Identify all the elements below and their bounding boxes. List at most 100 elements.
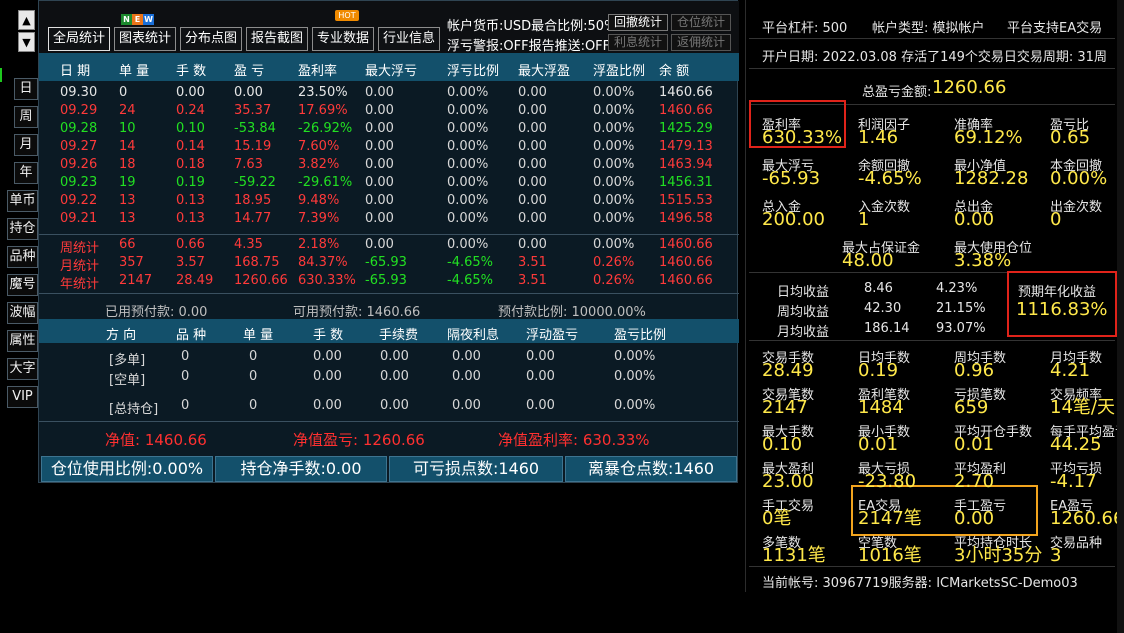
positions-header-7[interactable]: 盈亏比例 (614, 324, 666, 343)
rebate-stats-button[interactable]: 返佣统计 (671, 34, 731, 51)
account-currency: 帐户货币:USD最合比例:50% (447, 19, 617, 34)
side-button-1[interactable]: 周 (14, 106, 38, 128)
summary-cell-balance: 1460.66 (659, 255, 713, 270)
position-cell-fee: 0.00 (380, 398, 409, 413)
distribution-chart-button[interactable]: 分布点图 (180, 27, 243, 51)
return-percent: 93.07% (936, 321, 986, 336)
history-row-date[interactable]: 09.21 (60, 211, 97, 226)
side-button-11[interactable]: VIP (7, 386, 38, 408)
history-header-9[interactable]: 余 额 (659, 60, 689, 79)
history-header-5[interactable]: 最大浮亏 (365, 60, 417, 79)
summary-label[interactable]: 月统计 (60, 255, 99, 274)
history-row-date[interactable]: 09.30 (60, 85, 97, 100)
metric-value: 1260.66 (1050, 508, 1124, 529)
history-row-date[interactable]: 09.28 (60, 121, 97, 136)
margin-value: 3.38% (954, 250, 1012, 271)
summary-label[interactable]: 年统计 (60, 273, 99, 292)
history-cell-lots: 0.10 (176, 121, 205, 136)
history-header-3[interactable]: 盈 亏 (234, 60, 264, 79)
side-button-4[interactable]: 单币 (7, 190, 38, 212)
summary-cell-max_float_loss: -65.93 (365, 255, 407, 270)
withdraw-stats-button[interactable]: 回撤统计 (608, 14, 668, 31)
position-cell-lots: 0.00 (313, 398, 342, 413)
history-cell-max_float_profit: 0.00 (518, 157, 547, 172)
history-cell-max_float_profit: 0.00 (518, 175, 547, 190)
history-row-date[interactable]: 09.29 (60, 103, 97, 118)
history-cell-max_float_profit: 0.00 (518, 211, 547, 226)
history-row-date[interactable]: 09.26 (60, 157, 97, 172)
metric-value: 44.25 (1050, 434, 1102, 455)
history-header-1[interactable]: 单 量 (119, 60, 149, 79)
history-cell-loss_ratio: 0.00% (447, 85, 489, 100)
total-pl-label: 总盈亏金额: (862, 85, 932, 100)
interest-stats-button[interactable]: 利息统计 (608, 34, 668, 51)
positions-header-6[interactable]: 浮动盈亏 (526, 324, 578, 343)
history-row-date[interactable]: 09.27 (60, 139, 97, 154)
history-row-date[interactable]: 09.23 (60, 175, 97, 190)
history-cell-orders: 18 (119, 157, 136, 172)
summary-cell-balance: 1460.66 (659, 273, 713, 288)
table-divider (39, 293, 739, 294)
used-prepayment: 已用预付款: 0.00 (105, 305, 208, 320)
global-stats-button[interactable]: 全局统计 (48, 27, 111, 51)
side-button-5[interactable]: 持仓 (7, 218, 38, 240)
positions-header-5[interactable]: 隔夜利息 (447, 324, 499, 343)
metric-value: 0笔 (762, 508, 792, 529)
risk-alert-status: 浮亏警报:OFF报告推送:OFF (447, 39, 611, 54)
summary-cell-max_float_loss: 0.00 (365, 237, 394, 252)
metric-value: 659 (954, 397, 989, 418)
summary-label[interactable]: 周统计 (60, 237, 99, 256)
metric-value: 2.70 (954, 471, 995, 492)
vertical-scrollbar[interactable] (1117, 0, 1124, 633)
metric-value: 2147笔 (858, 508, 922, 529)
divider (749, 68, 1115, 69)
scroll-down-arrow-icon[interactable]: ▼ (18, 32, 35, 52)
position-stats-button[interactable]: 仓位统计 (671, 14, 731, 31)
history-cell-profit_ratio: 0.00% (593, 211, 635, 226)
return-percent: 4.23% (936, 281, 978, 296)
history-header-4[interactable]: 盈利率 (298, 60, 337, 79)
side-button-7[interactable]: 魔号 (7, 274, 38, 296)
positions-header-1[interactable]: 品 种 (176, 324, 206, 343)
active-indicator (0, 68, 2, 82)
summary-cell-rate: 2.18% (298, 237, 340, 252)
scroll-up-arrow-icon[interactable]: ▲ (18, 10, 35, 30)
side-button-0[interactable]: 日 (14, 78, 38, 100)
history-header-0[interactable]: 日 期 (60, 60, 90, 79)
position-cell-swap: 0.00 (452, 349, 481, 364)
history-header-2[interactable]: 手 数 (176, 60, 206, 79)
metric-value: 28.49 (762, 360, 814, 381)
return-label: 周均收益 (777, 305, 830, 320)
metric-value: 0.00 (954, 209, 995, 230)
industry-info-button[interactable]: 行业信息 (378, 27, 441, 51)
summary-cell-loss_ratio: 0.00% (447, 237, 489, 252)
history-cell-max_float_loss: 0.00 (365, 139, 394, 154)
positions-header-4[interactable]: 手续费 (379, 324, 418, 343)
history-header-6[interactable]: 浮亏比例 (447, 60, 499, 79)
metric-value: 2147 (762, 397, 808, 418)
side-button-9[interactable]: 属性 (7, 330, 38, 352)
positions-header-3[interactable]: 手 数 (313, 324, 343, 343)
positions-header-2[interactable]: 单 量 (243, 324, 273, 343)
summary-cell-profit_ratio: 0.26% (593, 255, 635, 270)
history-header-7[interactable]: 最大浮盈 (518, 60, 570, 79)
history-header-8[interactable]: 浮盈比例 (593, 60, 645, 79)
history-cell-profit_ratio: 0.00% (593, 193, 635, 208)
history-cell-balance: 1456.31 (659, 175, 713, 190)
hot-badge: HOT (335, 10, 359, 21)
positions-header-0[interactable]: 方 向 (106, 324, 136, 343)
position-cell-lots: 0.00 (313, 369, 342, 384)
history-cell-max_float_loss: 0.00 (365, 175, 394, 190)
history-cell-profit_ratio: 0.00% (593, 139, 635, 154)
side-button-3[interactable]: 年 (14, 162, 38, 184)
chart-stats-button[interactable]: 图表统计 (114, 27, 177, 51)
history-row-date[interactable]: 09.22 (60, 193, 97, 208)
pro-data-button[interactable]: 专业数据 (312, 27, 375, 51)
side-button-6[interactable]: 品种 (7, 246, 38, 268)
side-button-10[interactable]: 大字 (7, 358, 38, 380)
metric-value: 0.01 (954, 434, 995, 455)
side-button-8[interactable]: 波幅 (7, 302, 38, 324)
report-screenshot-button[interactable]: 报告截图 (246, 27, 309, 51)
position-cell-orders: 0 (249, 349, 258, 364)
side-button-2[interactable]: 月 (14, 134, 38, 156)
